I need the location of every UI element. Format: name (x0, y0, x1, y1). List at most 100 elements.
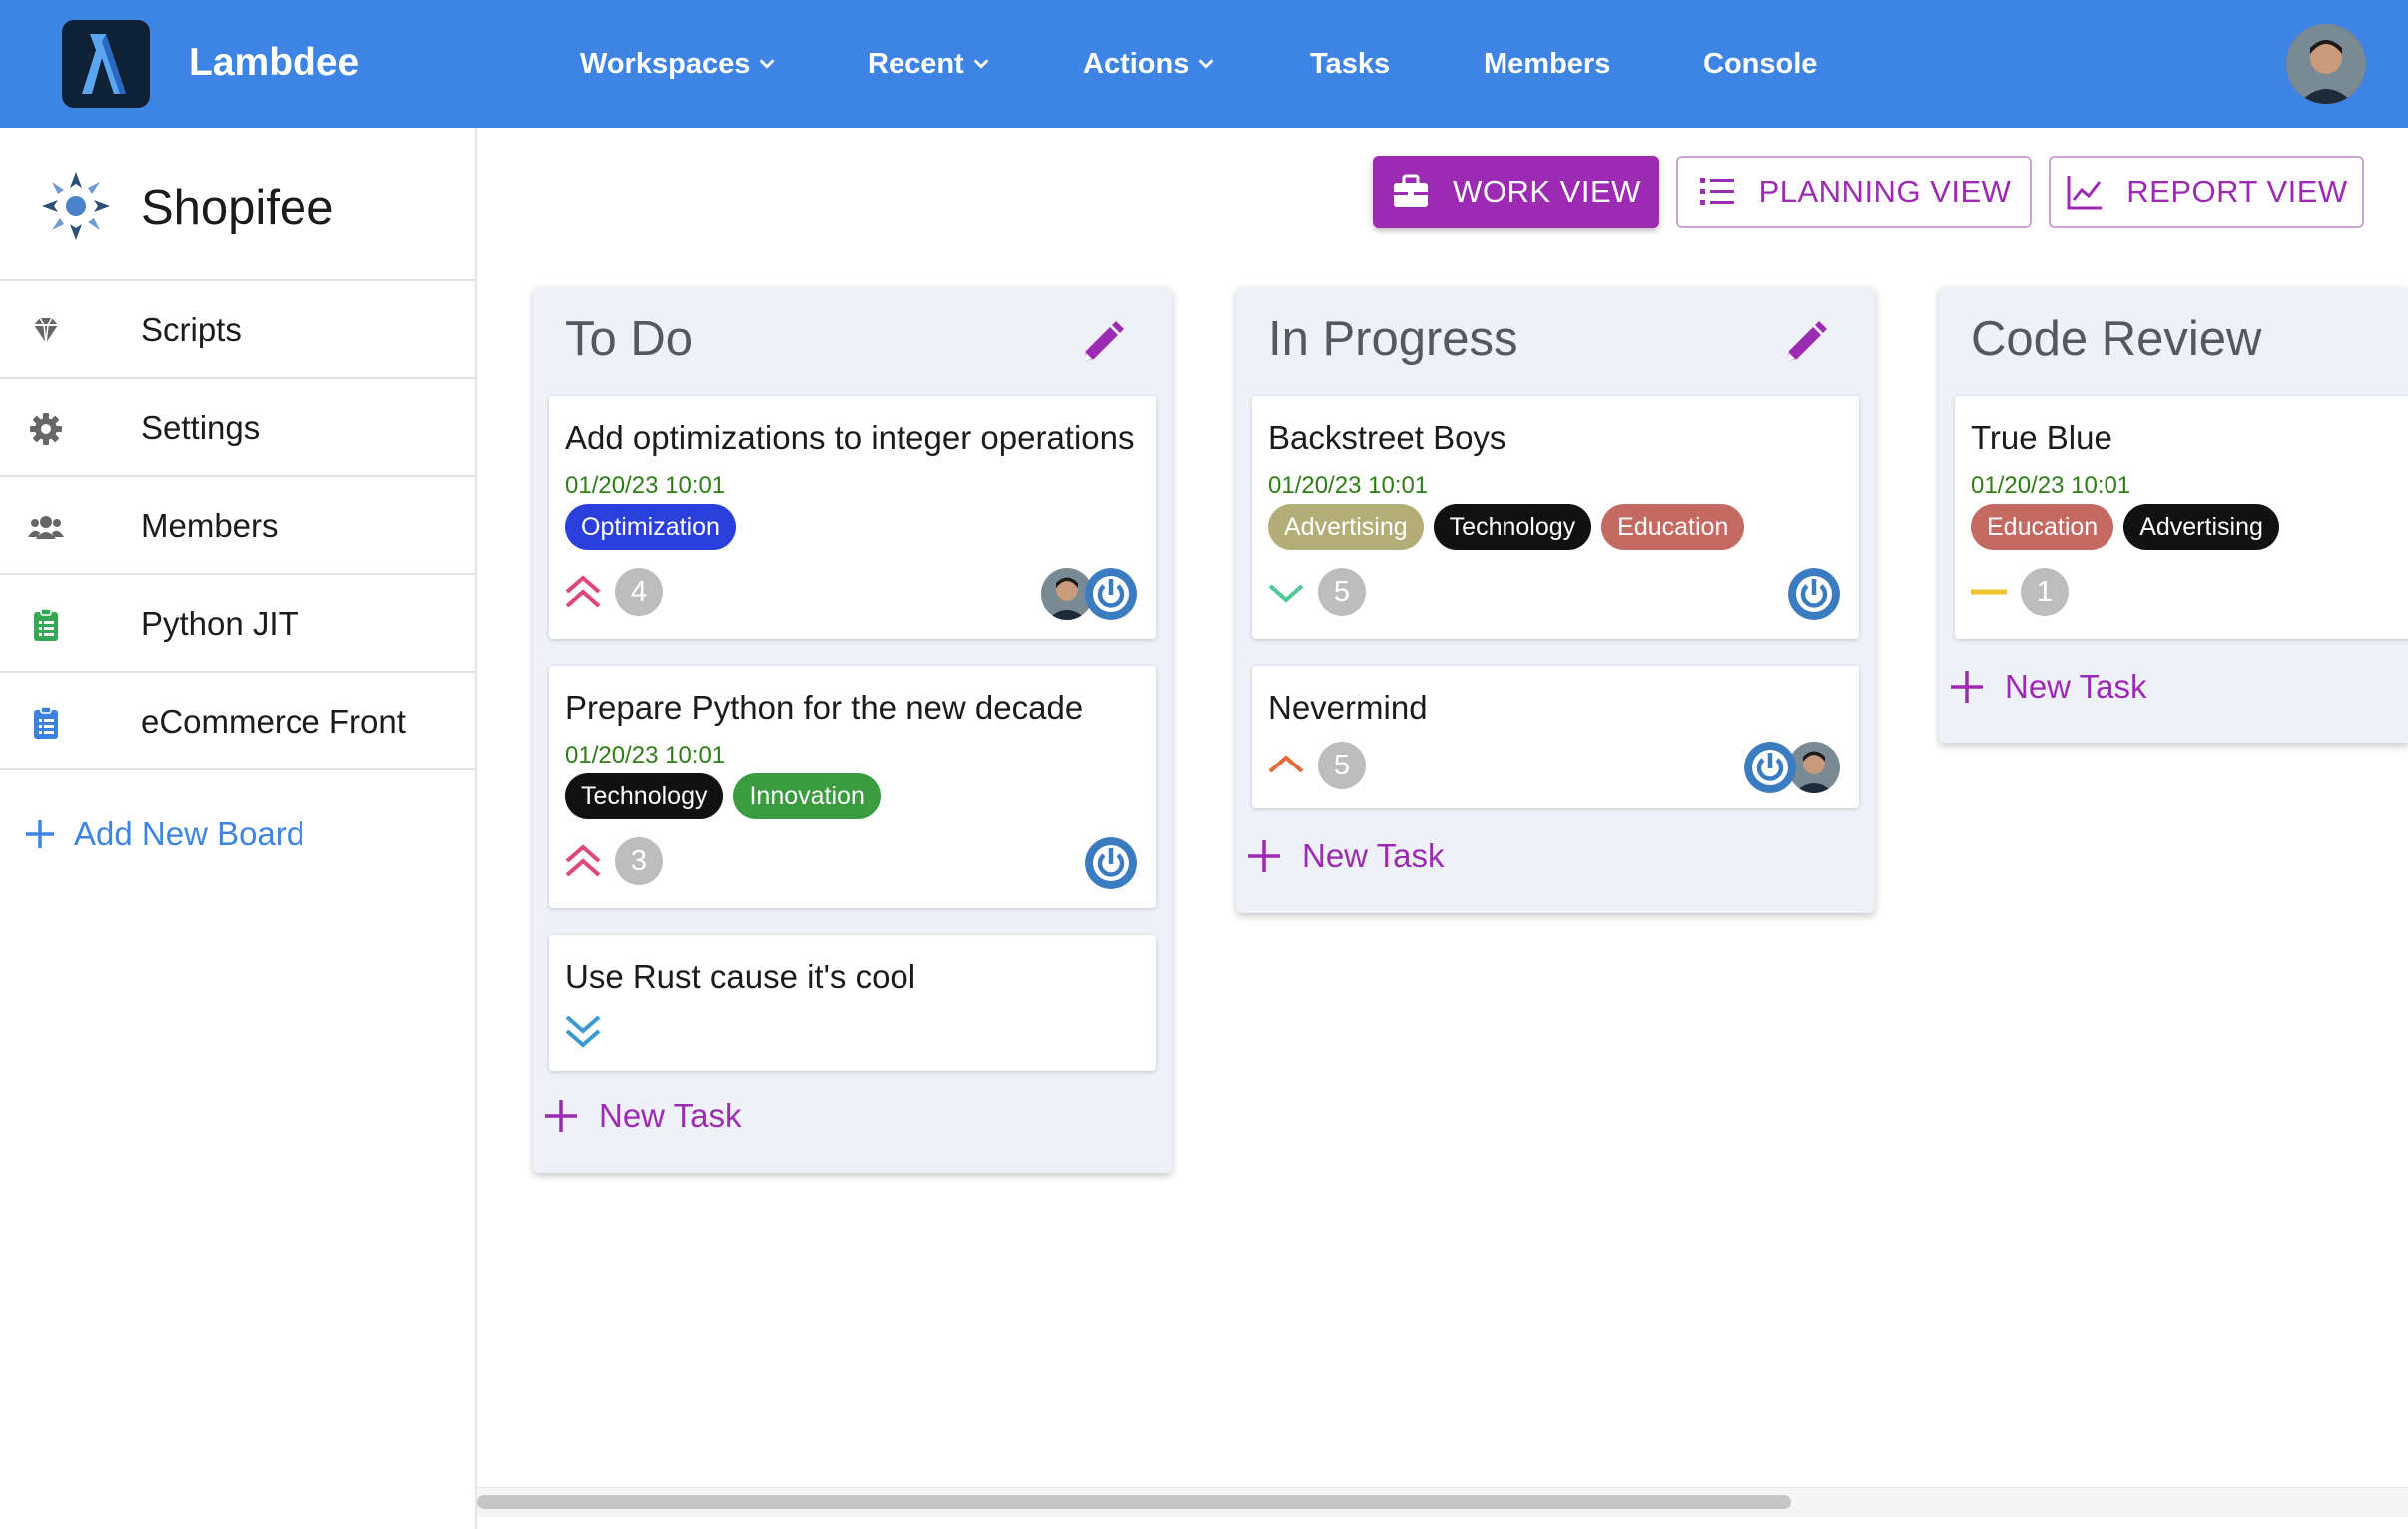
app-title: Lambdee (189, 41, 360, 84)
new-task-button[interactable]: New Task (541, 1094, 741, 1138)
tag-badge: Education (1601, 504, 1745, 550)
story-points-badge: 5 (1318, 742, 1366, 789)
assignee-avatar (1085, 837, 1137, 889)
gem-icon (34, 317, 58, 344)
task-title: True Blue (1971, 419, 2112, 456)
sidebar-item-label: Python JIT (141, 605, 299, 642)
planning-view-label: PLANNING VIEW (1758, 174, 2012, 209)
task-date: 01/20/23 10:01 (565, 742, 726, 768)
task-title: Add optimizations to integer operations (565, 419, 1135, 456)
nav-members[interactable]: Members (1484, 42, 1610, 86)
plus-icon (545, 1100, 577, 1132)
new-task-label: New Task (1302, 837, 1445, 874)
sidebar-item-label: Members (141, 507, 279, 544)
plus-icon (1248, 840, 1280, 872)
nav-recent[interactable]: Recent (868, 42, 992, 86)
chevron-down-icon (973, 59, 989, 69)
nav-console-label: Console (1703, 48, 1818, 80)
assignee-avatar (1085, 568, 1137, 620)
briefcase-icon (1394, 174, 1429, 207)
nav-tasks[interactable]: Tasks (1310, 42, 1390, 86)
board-title: Shopifee (141, 181, 334, 235)
lambdee-logo[interactable] (62, 20, 150, 108)
board-column-in-progress: In Progress Backstreet Boys 01/20/23 10:… (1236, 287, 1875, 913)
power-icon (1744, 742, 1796, 793)
priority-highest-icon (565, 844, 601, 877)
task-date: 01/20/23 10:01 (565, 472, 726, 499)
user-avatar[interactable] (2286, 24, 2366, 104)
task-card[interactable]: Backstreet Boys 01/20/23 10:01 Advertisi… (1252, 396, 1859, 639)
chevron-down-icon (1198, 59, 1214, 69)
story-points-badge: 4 (615, 568, 663, 616)
task-card[interactable]: True Blue 01/20/23 10:01 Education Adver… (1955, 396, 2408, 639)
task-card[interactable]: Use Rust cause it's cool (549, 935, 1156, 1071)
sidebar-item-label: Scripts (141, 311, 242, 348)
sidebar-item-members[interactable]: Members (0, 475, 475, 573)
task-title: Backstreet Boys (1268, 419, 1506, 456)
priority-medium-icon (1971, 589, 2007, 595)
priority-lowest-icon (565, 1015, 601, 1048)
sidebar-item-ecommerce-front[interactable]: eCommerce Front (0, 671, 475, 768)
add-new-board-button[interactable]: Add New Board (22, 812, 304, 856)
task-card[interactable]: Nevermind 5 (1252, 666, 1859, 808)
nav-workspaces-label: Workspaces (580, 48, 751, 80)
tag-badge: Advertising (2123, 504, 2279, 550)
horizontal-scrollbar-thumb[interactable] (477, 1495, 1791, 1509)
work-view-button[interactable]: WORK VIEW (1373, 156, 1659, 228)
nav-workspaces[interactable]: Workspaces (580, 42, 778, 86)
new-task-label: New Task (2005, 668, 2147, 705)
plus-icon (26, 820, 54, 848)
tag-badge: Technology (565, 773, 724, 819)
nav-console[interactable]: Console (1703, 42, 1817, 86)
story-points-badge: 5 (1318, 568, 1366, 616)
sidebar-item-label: eCommerce Front (141, 703, 406, 740)
assignee-avatar (1788, 568, 1840, 620)
planning-view-button[interactable]: PLANNING VIEW (1676, 156, 2032, 228)
work-view-label: WORK VIEW (1453, 174, 1641, 209)
power-icon (1788, 568, 1840, 620)
report-view-button[interactable]: REPORT VIEW (2049, 156, 2364, 228)
tag-badge: Optimization (565, 504, 736, 550)
story-points-badge: 1 (2021, 568, 2069, 616)
chevron-down-icon (759, 59, 775, 69)
nav-recent-label: Recent (868, 48, 964, 80)
task-tags: Technology Innovation (565, 773, 881, 819)
tag-badge: Technology (1433, 504, 1592, 550)
new-task-button[interactable]: New Task (1947, 665, 2146, 709)
sidebar-item-label: Settings (141, 409, 261, 446)
task-card[interactable]: Add optimizations to integer operations … (549, 396, 1156, 639)
new-task-button[interactable]: New Task (1244, 834, 1444, 878)
clipboard-icon (34, 608, 58, 641)
task-card[interactable]: Prepare Python for the new decade 01/20/… (549, 666, 1156, 908)
sidebar-item-scripts[interactable]: Scripts (0, 279, 475, 377)
sidebar-item-python-jit[interactable]: Python JIT (0, 573, 475, 671)
tag-badge: Education (1971, 504, 2114, 550)
sidebar: Shopifee Scripts Settings Members Python… (0, 128, 477, 1529)
pencil-icon[interactable] (1779, 317, 1831, 369)
nav-tasks-label: Tasks (1310, 48, 1391, 80)
tag-badge: Advertising (1268, 504, 1424, 550)
clipboard-icon (34, 706, 58, 739)
nav-actions[interactable]: Actions (1083, 42, 1217, 86)
task-tags: Education Advertising (1971, 504, 2279, 550)
task-tags: Advertising Technology Education (1268, 504, 1745, 550)
column-title: In Progress (1268, 312, 1518, 366)
line-chart-icon (2067, 176, 2103, 210)
board-column-code-review: Code Review True Blue 01/20/23 10:01 Edu… (1939, 287, 2408, 743)
sidebar-divider (0, 768, 475, 770)
board-logo-icon (42, 172, 110, 240)
task-tags: Optimization (565, 504, 736, 550)
new-task-label: New Task (599, 1097, 742, 1134)
lambda-logo-icon (82, 34, 126, 94)
nav-members-label: Members (1484, 48, 1611, 80)
report-view-label: REPORT VIEW (2126, 174, 2348, 209)
power-icon (1085, 837, 1137, 889)
priority-high-icon (1268, 755, 1304, 773)
list-icon (1699, 178, 1734, 205)
pencil-icon[interactable] (1076, 317, 1128, 369)
story-points-badge: 3 (615, 837, 663, 885)
top-navigation-bar: Lambdee Workspaces Recent Actions Tasks … (0, 0, 2408, 128)
sidebar-item-settings[interactable]: Settings (0, 377, 475, 475)
priority-highest-icon (565, 575, 601, 608)
users-icon (28, 516, 64, 539)
